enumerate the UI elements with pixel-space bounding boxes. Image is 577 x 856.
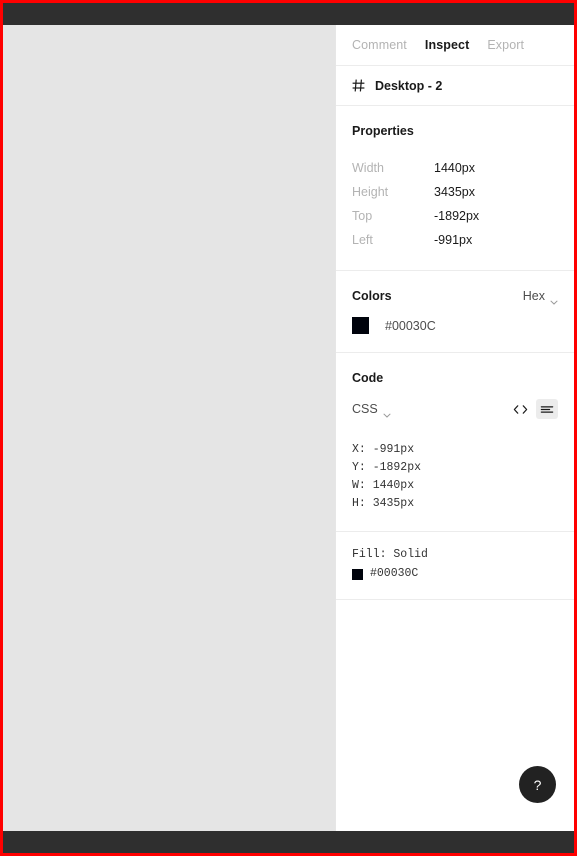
property-label: Height — [352, 185, 389, 199]
fill-block[interactable]: Fill: Solid #00030C — [336, 532, 574, 599]
code-snippet[interactable]: X: -991px Y: -1892px W: 1440px H: 3435px — [336, 419, 574, 531]
bottom-chrome-bar — [3, 831, 574, 853]
fill-section: Fill: Solid #00030C — [336, 532, 574, 600]
property-row: Top -1892px — [352, 204, 558, 228]
property-row: Width 1440px — [352, 156, 558, 180]
color-format-value: Hex — [522, 289, 545, 303]
colors-section: Colors Hex #00030C — [336, 271, 574, 353]
properties-section: Properties Width 1440px Height 3435px To… — [336, 106, 574, 271]
property-row: Left -991px — [352, 228, 558, 252]
property-value[interactable]: -991px — [434, 233, 472, 247]
chevron-down-icon — [383, 407, 391, 418]
properties-header: Properties — [336, 106, 574, 138]
property-label: Width — [352, 161, 384, 175]
code-section: Code CSS X: -991px Y: -1892px W: 1440px … — [336, 353, 574, 532]
color-hex-value: #00030C — [385, 318, 436, 333]
property-label: Left — [352, 233, 373, 247]
list-lines-icon[interactable] — [536, 399, 558, 419]
design-canvas[interactable] — [3, 25, 335, 831]
chevron-down-icon — [550, 294, 558, 305]
property-value[interactable]: 3435px — [434, 185, 475, 199]
property-row: Height 3435px — [352, 180, 558, 204]
colors-title: Colors — [352, 289, 392, 303]
property-value[interactable]: 1440px — [434, 161, 475, 175]
help-button[interactable]: ? — [519, 766, 556, 803]
code-brackets-icon[interactable] — [509, 399, 531, 419]
code-language-dropdown[interactable]: CSS — [352, 402, 391, 418]
fill-color-swatch — [352, 568, 363, 580]
tab-export[interactable]: Export — [487, 38, 524, 52]
top-chrome-bar — [3, 3, 574, 25]
color-item[interactable]: #00030C — [336, 303, 574, 352]
properties-title: Properties — [352, 124, 414, 138]
fill-color-value: #00030C — [370, 567, 419, 580]
colors-header: Colors Hex — [336, 271, 574, 305]
panel-tabs: Comment Inspect Export — [336, 25, 574, 66]
properties-list: Width 1440px Height 3435px Top -1892px L… — [336, 138, 574, 270]
code-language-value: CSS — [352, 402, 378, 416]
selected-frame-name: Desktop - 2 — [375, 78, 443, 93]
inspect-panel: Comment Inspect Export Desktop - 2 Prope… — [335, 25, 574, 831]
code-title: Code — [352, 371, 384, 385]
property-label: Top — [352, 209, 373, 223]
fill-color-row: #00030C — [352, 565, 558, 583]
browser-window: Comment Inspect Export Desktop - 2 Prope… — [0, 0, 577, 856]
code-controls: CSS — [336, 385, 574, 419]
property-value[interactable]: -1892px — [434, 209, 479, 223]
code-header: Code — [336, 353, 574, 385]
code-view-toggle — [509, 399, 558, 419]
tab-inspect[interactable]: Inspect — [425, 38, 469, 52]
tab-comment[interactable]: Comment — [352, 38, 407, 52]
color-swatch — [352, 317, 369, 334]
selected-frame-row[interactable]: Desktop - 2 — [336, 66, 574, 106]
fill-label: Fill: Solid — [352, 548, 428, 561]
frame-hash-icon — [352, 79, 365, 92]
color-format-dropdown[interactable]: Hex — [522, 289, 558, 305]
